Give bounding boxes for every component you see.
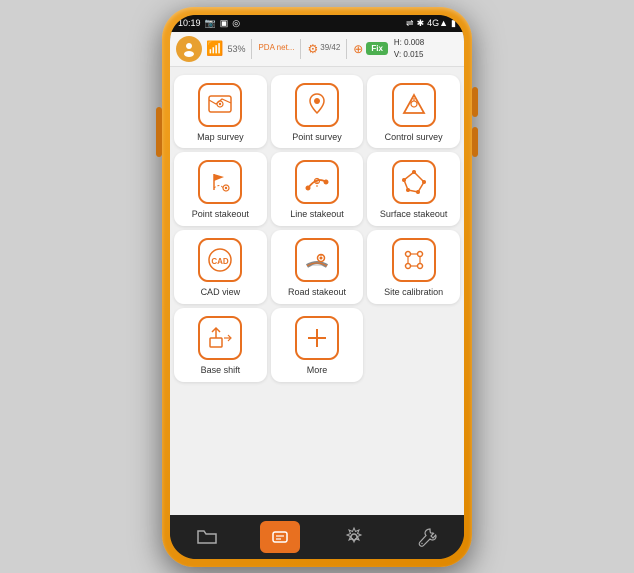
- site-calibration-icon: [400, 246, 428, 274]
- separator-2: [300, 39, 301, 59]
- site-calibration-label: Site calibration: [384, 287, 443, 298]
- road-stakeout-icon: [303, 246, 331, 274]
- line-stakeout-icon-box: [295, 160, 339, 204]
- time-display: 10:19: [178, 18, 201, 28]
- network-icon: 4G▲: [427, 18, 448, 28]
- signal-icon: ◎: [232, 18, 240, 29]
- site-calibration-item[interactable]: Site calibration: [367, 230, 460, 304]
- cad-view-item[interactable]: CAD CAD view: [174, 230, 267, 304]
- side-button-left[interactable]: [156, 107, 162, 157]
- point-survey-label: Point survey: [292, 132, 342, 143]
- cad-view-icon: CAD: [206, 246, 234, 274]
- device: 10:19 📷 ▣ ◎ ⇌ ✱ 4G▲ ▮ 📶 53%: [162, 7, 472, 567]
- camera-icon: 📷: [205, 18, 216, 29]
- target-icon: ⊕: [353, 42, 363, 56]
- hv-info: H: 0.008 V: 0.015: [394, 37, 424, 59]
- point-survey-item[interactable]: Point survey: [271, 75, 364, 149]
- map-survey-icon: [206, 91, 234, 119]
- control-survey-icon: [400, 91, 428, 119]
- pda-label: PDA net...: [258, 43, 294, 53]
- battery-icon: ▮: [451, 18, 456, 29]
- nav-folder[interactable]: [187, 521, 227, 553]
- point-stakeout-icon-box: [198, 160, 242, 204]
- more-icon: [303, 324, 331, 352]
- freq-info: 39/42: [320, 43, 340, 53]
- fix-badge: Fix: [366, 42, 388, 55]
- surface-stakeout-icon-box: [392, 160, 436, 204]
- line-stakeout-icon: [303, 168, 331, 196]
- info-bar: 📶 53% PDA net... ⚙ 39/42 ⊕ Fix H: 0.008 …: [170, 32, 464, 67]
- bluetooth-icon: ✱: [417, 18, 425, 29]
- cad-view-icon-box: CAD: [198, 238, 242, 282]
- point-stakeout-icon: [206, 168, 234, 196]
- road-stakeout-icon-box: [295, 238, 339, 282]
- screen: 10:19 📷 ▣ ◎ ⇌ ✱ 4G▲ ▮ 📶 53%: [170, 15, 464, 559]
- side-button-top[interactable]: [472, 87, 478, 117]
- antenna-icon: 📶: [206, 40, 223, 57]
- more-item[interactable]: More: [271, 308, 364, 382]
- main-content: Map survey Point survey: [170, 67, 464, 515]
- control-survey-label: Control survey: [385, 132, 443, 143]
- more-icon-box: [295, 316, 339, 360]
- h-value: H: 0.008: [394, 37, 424, 48]
- avatar: [176, 36, 202, 62]
- screen-icon: ▣: [220, 18, 229, 29]
- bottom-nav: [170, 515, 464, 559]
- freq-container: ⚙ 39/42: [307, 42, 340, 56]
- base-shift-label: Base shift: [201, 365, 241, 376]
- point-survey-icon: [303, 91, 331, 119]
- base-shift-icon: [206, 324, 234, 352]
- map-survey-item[interactable]: Map survey: [174, 75, 267, 149]
- transfer-icon: ⇌: [406, 18, 414, 29]
- fix-container: ⊕ Fix: [353, 42, 388, 56]
- map-survey-label: Map survey: [197, 132, 244, 143]
- status-left: 10:19 📷 ▣ ◎: [178, 18, 240, 29]
- separator-1: [251, 39, 252, 59]
- svg-text:CAD: CAD: [212, 257, 230, 266]
- cad-view-label: CAD view: [201, 287, 241, 298]
- status-bar: 10:19 📷 ▣ ◎ ⇌ ✱ 4G▲ ▮: [170, 15, 464, 32]
- battery-pct: 53%: [227, 44, 245, 54]
- surface-stakeout-item[interactable]: Surface stakeout: [367, 152, 460, 226]
- line-stakeout-item[interactable]: Line stakeout: [271, 152, 364, 226]
- surface-stakeout-icon: [400, 168, 428, 196]
- nav-tools[interactable]: [260, 521, 300, 553]
- site-calibration-icon-box: [392, 238, 436, 282]
- base-shift-item[interactable]: Base shift: [174, 308, 267, 382]
- status-right: ⇌ ✱ 4G▲ ▮: [406, 18, 456, 29]
- line-stakeout-label: Line stakeout: [290, 209, 344, 220]
- point-stakeout-label: Point stakeout: [192, 209, 249, 220]
- pda-info: PDA net...: [258, 43, 294, 53]
- point-stakeout-item[interactable]: Point stakeout: [174, 152, 267, 226]
- map-survey-icon-box: [198, 83, 242, 127]
- side-button-bottom[interactable]: [472, 127, 478, 157]
- more-label: More: [307, 365, 328, 376]
- surface-stakeout-label: Surface stakeout: [380, 209, 448, 220]
- separator-3: [346, 39, 347, 59]
- point-survey-icon-box: [295, 83, 339, 127]
- road-stakeout-item[interactable]: Road stakeout: [271, 230, 364, 304]
- freq-icon: ⚙: [307, 42, 318, 56]
- v-value: V: 0.015: [394, 49, 424, 60]
- control-survey-item[interactable]: Control survey: [367, 75, 460, 149]
- road-stakeout-label: Road stakeout: [288, 287, 346, 298]
- app-grid: Map survey Point survey: [174, 75, 460, 382]
- base-shift-icon-box: [198, 316, 242, 360]
- control-survey-icon-box: [392, 83, 436, 127]
- nav-settings[interactable]: [334, 521, 374, 553]
- nav-wrench[interactable]: [407, 521, 447, 553]
